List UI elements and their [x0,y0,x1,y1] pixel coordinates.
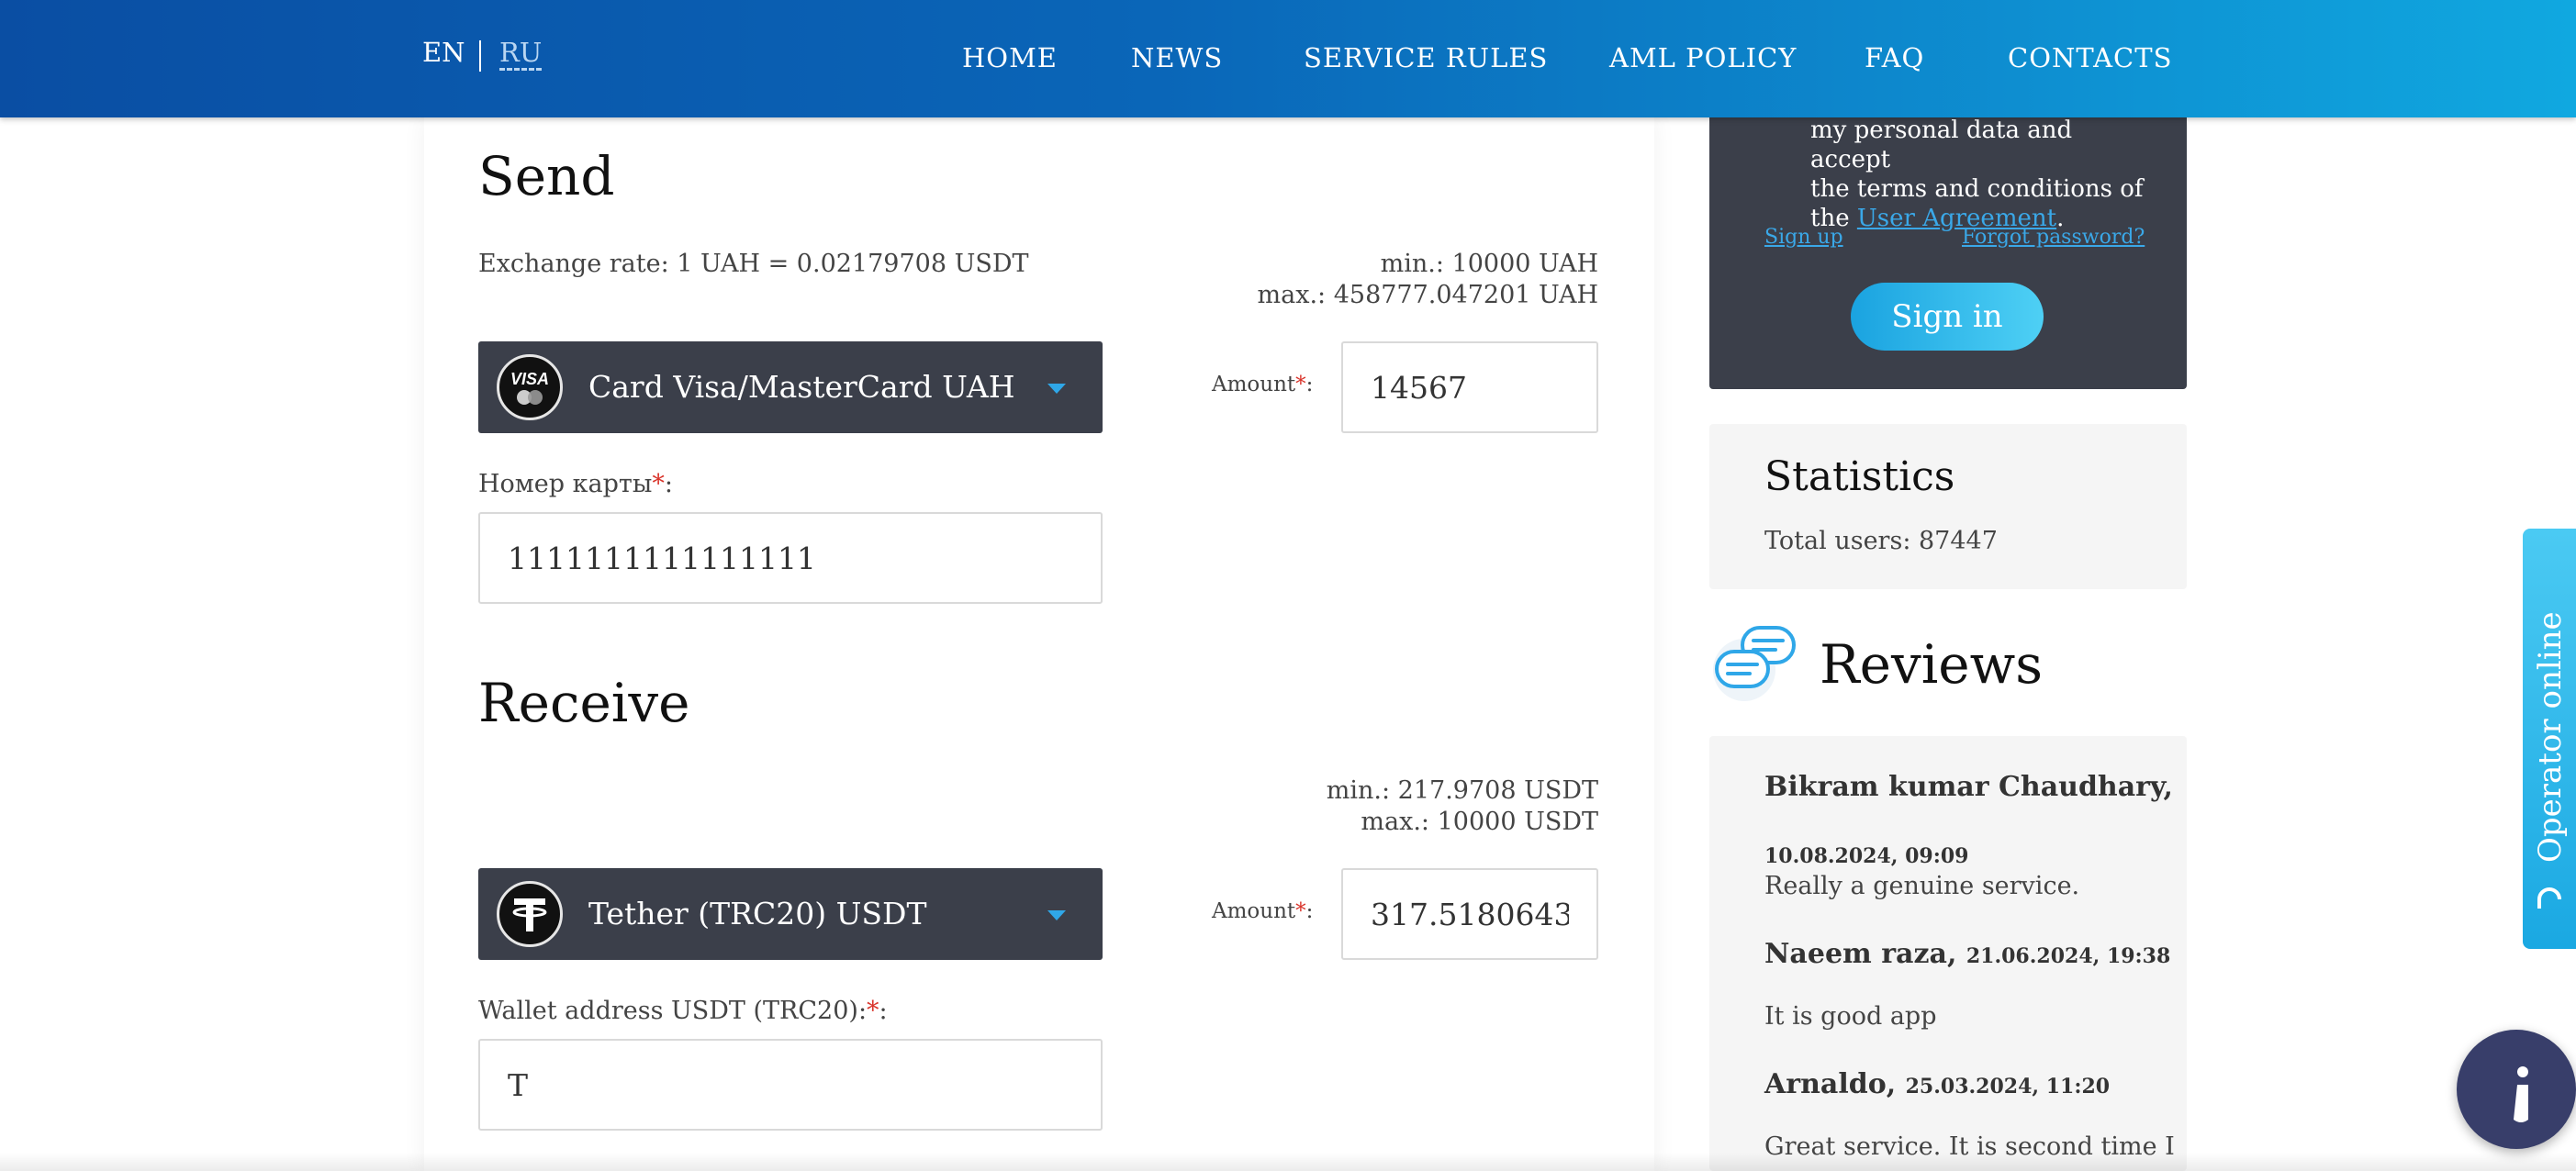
nav-faq[interactable]: FAQ [1865,42,1924,73]
send-currency-select[interactable]: VISA Card Visa/MasterCard UAH [478,341,1103,433]
review-author: Bikram kumar Chaudhary, [1764,771,2173,803]
nav-home[interactable]: HOME [962,42,1058,73]
send-currency-label: Card Visa/MasterCard UAH [588,369,1015,405]
send-amount-input[interactable] [1341,341,1598,433]
lang-divider [479,40,481,72]
login-panel: my personal data and accept the terms an… [1709,92,2187,389]
nav-news[interactable]: NEWS [1131,42,1223,73]
chevron-down-icon [1047,384,1066,394]
statistics-panel: Statistics Total users: 87447 [1709,424,2187,589]
card-number-input[interactable] [478,512,1103,604]
send-amount-label: Amount*: [1212,373,1314,396]
chat-widget-button[interactable] [2457,1030,2576,1149]
review-text: Really a genuine service. [1764,872,2080,900]
send-min-limit: min.: 10000 UAH [1380,250,1598,278]
tether-icon [497,881,563,947]
chat-bubbles-icon [1713,626,1796,701]
agreement-text: my personal data and accept the terms an… [1810,117,2144,232]
wallet-address-input[interactable] [478,1039,1103,1131]
receive-amount-input[interactable] [1341,868,1598,960]
svg-text:VISA: VISA [510,370,549,388]
lang-en-link[interactable]: EN [422,37,465,68]
total-users: Total users: 87447 [1764,527,1998,555]
operator-headset-icon [2537,887,2561,909]
forgot-password-link[interactable]: Forgot password? [1962,226,2145,249]
statistics-title: Statistics [1764,453,1955,500]
nav-aml-policy[interactable]: AML POLICY [1609,42,1797,73]
page-bottom-shadow [0,1153,2576,1171]
receive-currency-label: Tether (TRC20) USDT [588,896,927,931]
review-author: Naeem raza, 21.06.2024, 19:38 [1764,938,2171,970]
receive-amount-label: Amount*: [1212,899,1314,923]
review-date: 10.08.2024, 09:09 [1764,844,1969,868]
send-max-limit: max.: 458777.047201 UAH [1257,281,1598,309]
card-number-label: Номер карты*: [478,470,673,498]
reviews-panel: Bikram kumar Chaudhary, 10.08.2024, 09:0… [1709,736,2187,1171]
receive-title: Receive [478,672,690,734]
review-text: It is good app [1764,1002,1937,1031]
visa-mastercard-icon: VISA [497,354,563,420]
review-date: 25.03.2024, 11:20 [1905,1075,2111,1099]
reviews-title: Reviews [1820,633,2044,696]
lang-ru-link[interactable]: RU [499,37,542,68]
operator-online-label: Operator online [2532,611,2569,863]
exchange-rate: Exchange rate: 1 UAH = 0.02179708 USDT [478,250,1029,278]
receive-min-limit: min.: 217.9708 USDT [1326,776,1598,805]
top-navigation-bar: EN RU HOME NEWS SERVICE RULES AML POLICY… [0,0,2576,117]
review-author: Arnaldo, 25.03.2024, 11:20 [1764,1068,2111,1100]
review-date: 21.06.2024, 19:38 [1966,944,2171,968]
receive-currency-select[interactable]: Tether (TRC20) USDT [478,868,1103,960]
chevron-down-icon [1047,910,1066,920]
signin-button[interactable]: Sign in [1851,283,2044,351]
send-title: Send [478,145,615,207]
receive-max-limit: max.: 10000 USDT [1361,808,1598,836]
nav-service-rules[interactable]: SERVICE RULES [1304,42,1548,73]
wallet-address-label: Wallet address USDT (TRC20):*: [478,997,888,1025]
signup-link[interactable]: Sign up [1764,226,1843,249]
chat-icon [2514,1066,2528,1122]
nav-contacts[interactable]: CONTACTS [2008,42,2172,73]
